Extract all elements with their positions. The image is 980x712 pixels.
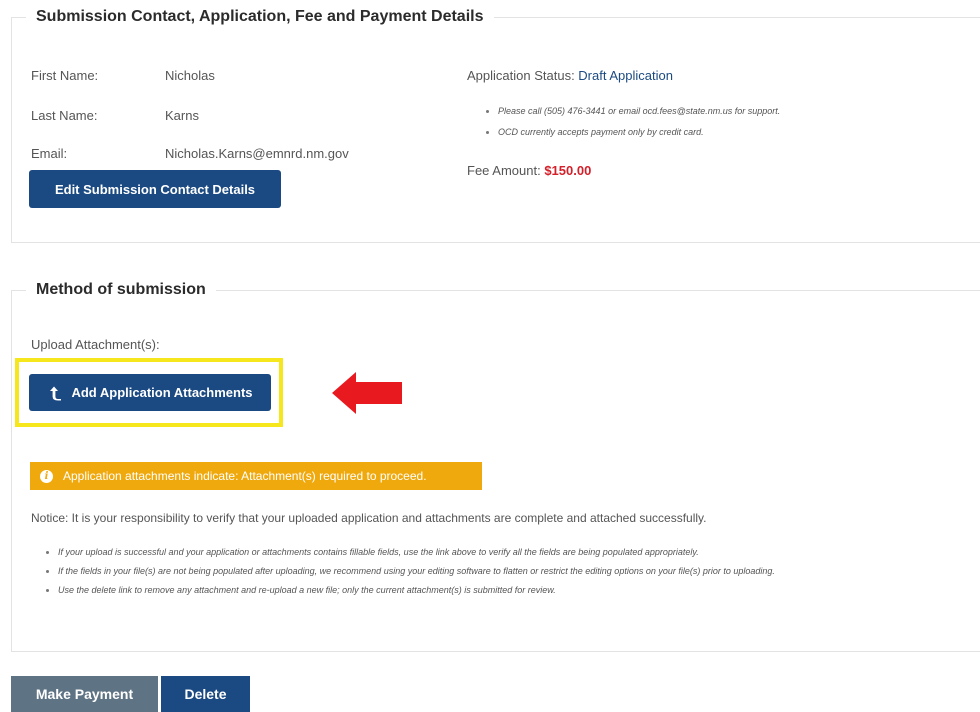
notice-item: If your upload is successful and your ap… (42, 547, 775, 557)
first-name-value: Nicholas (165, 68, 215, 83)
make-payment-button[interactable]: Make Payment (11, 676, 158, 712)
last-name-label: Last Name: (31, 108, 98, 123)
first-name-label: First Name: (31, 68, 99, 83)
edit-contact-button[interactable]: Edit Submission Contact Details (29, 170, 281, 208)
last-name-value: Karns (165, 108, 199, 123)
add-attachments-button[interactable]: Add Application Attachments (29, 374, 271, 411)
delete-label: Delete (184, 686, 227, 702)
upload-label: Upload Attachment(s): (31, 337, 160, 352)
support-notes: Please call (505) 476-3441 or email ocd.… (482, 106, 780, 137)
notice-item: If the fields in your file(s) are not be… (42, 566, 775, 576)
fee-value: $150.00 (544, 163, 592, 178)
attachment-warning: i Application attachments indicate: Atta… (30, 462, 482, 490)
notice-text: Notice: It is your responsibility to ver… (31, 511, 707, 525)
email-value: Nicholas.Karns@emnrd.nm.gov (165, 146, 349, 161)
contact-section-title: Submission Contact, Application, Fee and… (26, 8, 494, 26)
upload-arrow-icon (50, 386, 62, 400)
notice-list: If your upload is successful and your ap… (42, 547, 775, 595)
fee-amount: Fee Amount: $150.00 (467, 163, 591, 178)
application-status: Application Status: Draft Application (467, 68, 673, 83)
info-icon: i (40, 469, 53, 483)
status-label: Application Status: (467, 68, 579, 83)
add-attachments-button-label: Add Application Attachments (71, 385, 253, 400)
red-arrow-icon (332, 372, 402, 414)
edit-contact-button-label: Edit Submission Contact Details (54, 181, 256, 197)
support-note: Please call (505) 476-3441 or email ocd.… (482, 106, 780, 116)
email-label: Email: (31, 146, 68, 161)
status-value: Draft Application (578, 68, 673, 83)
fee-label: Fee Amount: (467, 163, 545, 178)
support-note: OCD currently accepts payment only by cr… (482, 127, 780, 137)
make-payment-label: Make Payment (35, 686, 134, 702)
method-section-title: Method of submission (26, 281, 216, 299)
delete-button[interactable]: Delete (161, 676, 250, 712)
warning-text: Application attachments indicate: Attach… (63, 469, 427, 483)
notice-item: Use the delete link to remove any attach… (42, 585, 775, 595)
